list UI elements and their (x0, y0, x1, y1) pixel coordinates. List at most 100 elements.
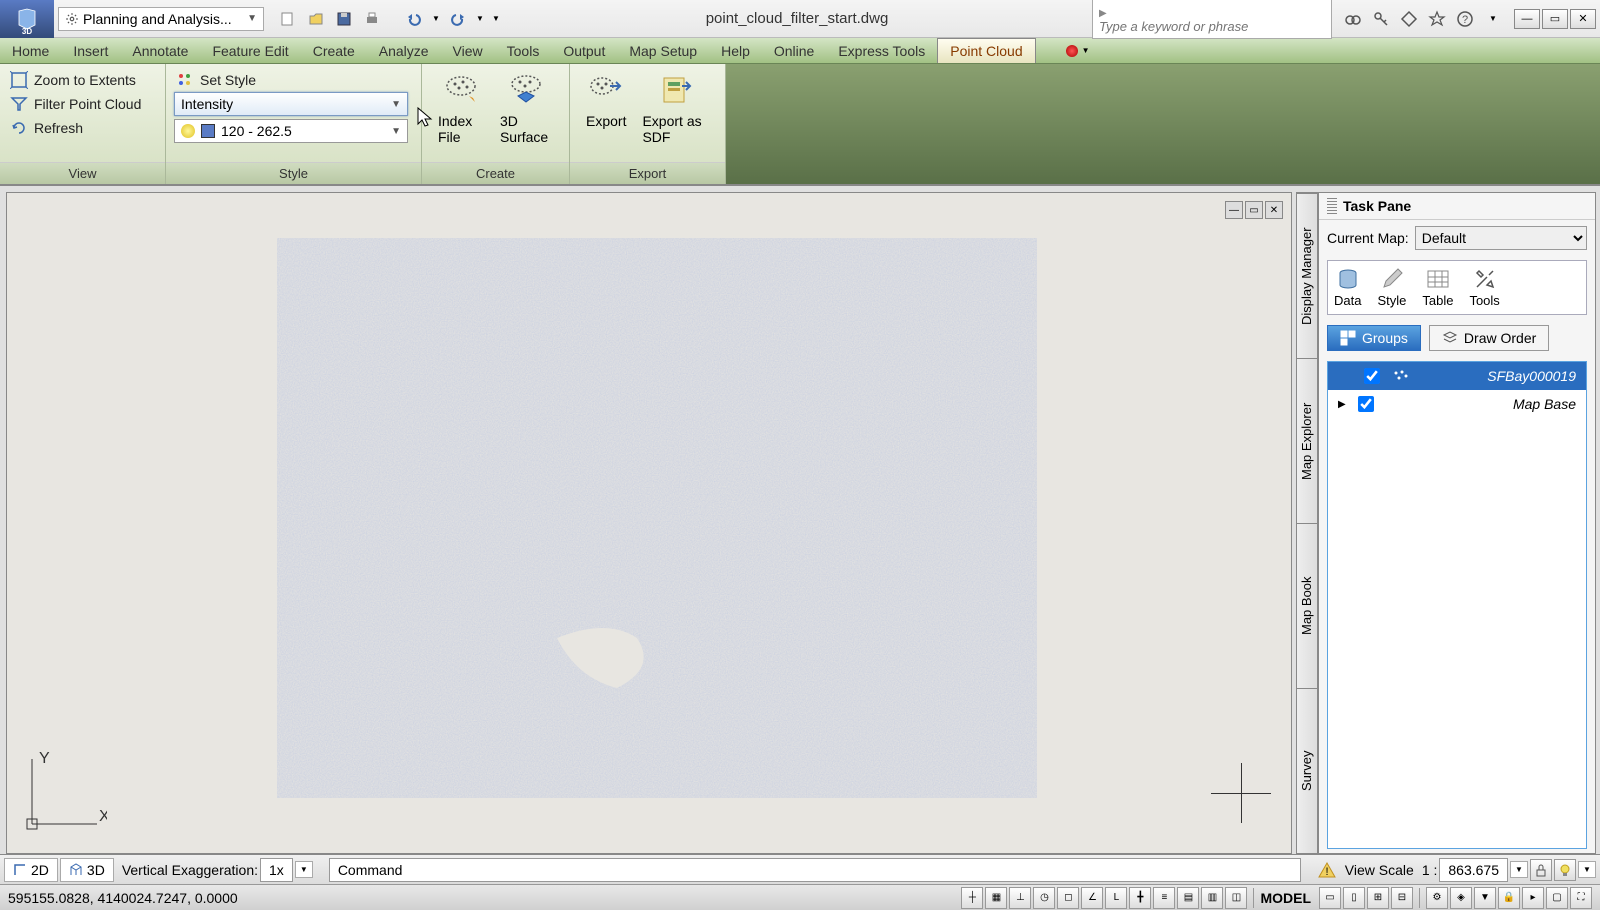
menu-online[interactable]: Online (762, 38, 826, 63)
side-tab-map-explorer[interactable]: Map Explorer (1297, 358, 1317, 523)
maximize-button[interactable]: ▭ (1542, 9, 1568, 29)
layout-icon-2[interactable]: ▯ (1343, 887, 1365, 909)
qat-open-button[interactable] (304, 7, 328, 31)
menu-home[interactable]: Home (0, 38, 61, 63)
polar-icon[interactable]: ◷ (1033, 887, 1055, 909)
tp-style-button[interactable]: Style (1377, 267, 1406, 308)
side-tab-survey[interactable]: Survey (1297, 688, 1317, 853)
otrack-icon[interactable]: ∠ (1081, 887, 1103, 909)
menu-annotate[interactable]: Annotate (120, 38, 200, 63)
app-icon[interactable] (0, 0, 54, 38)
tp-data-button[interactable]: Data (1334, 267, 1361, 308)
layer-row-selected[interactable]: SFBay000019 (1328, 362, 1586, 390)
mode-2d-button[interactable]: 2D (4, 858, 58, 882)
qat-save-button[interactable] (332, 7, 356, 31)
close-button[interactable]: ✕ (1570, 9, 1596, 29)
menu-express-tools[interactable]: Express Tools (826, 38, 937, 63)
export-button[interactable]: Export (578, 68, 634, 158)
workspace-switching-icon[interactable]: ▼ (1474, 887, 1496, 909)
quick-view-layouts-icon[interactable]: ⊞ (1367, 887, 1389, 909)
status-more-dropdown[interactable]: ▼ (1578, 861, 1596, 878)
menu-help[interactable]: Help (709, 38, 762, 63)
menu-output[interactable]: Output (551, 38, 617, 63)
help-icon[interactable]: ? (1454, 8, 1476, 30)
menu-tools[interactable]: Tools (495, 38, 552, 63)
qat-new-button[interactable] (276, 7, 300, 31)
zoom-extents-button[interactable]: Zoom to Extents (8, 68, 157, 92)
exchange-icon[interactable] (1398, 8, 1420, 30)
layer-visibility-checkbox[interactable] (1358, 396, 1374, 412)
layout-icon-1[interactable]: ▭ (1319, 887, 1341, 909)
3d-surface-button[interactable]: 3D Surface (492, 68, 561, 158)
annotation-scale-icon[interactable]: ⚙ (1426, 887, 1448, 909)
dyn-icon[interactable]: ╋ (1129, 887, 1151, 909)
menu-analyze[interactable]: Analyze (367, 38, 441, 63)
warning-icon[interactable]: ! (1317, 860, 1337, 880)
menu-insert[interactable]: Insert (61, 38, 120, 63)
side-tab-display-manager[interactable]: Display Manager (1297, 193, 1317, 358)
view-scale-dropdown[interactable]: ▼ (1510, 861, 1528, 878)
lwt-icon[interactable]: ≡ (1153, 887, 1175, 909)
model-space-label[interactable]: MODEL (1260, 890, 1311, 906)
menu-view[interactable]: View (441, 38, 495, 63)
toolbar-lock-icon[interactable]: 🔒 (1498, 887, 1520, 909)
ortho-icon[interactable]: ⊥ (1009, 887, 1031, 909)
qp-icon[interactable]: ▥ (1201, 887, 1223, 909)
mode-3d-button[interactable]: 3D (60, 858, 114, 882)
osnap-icon[interactable]: ◻ (1057, 887, 1079, 909)
vexag-dropdown[interactable]: ▼ (295, 861, 313, 878)
workspace-selector[interactable]: Planning and Analysis... ▼ (58, 7, 264, 31)
layer-row[interactable]: ▶ Map Base (1328, 390, 1586, 418)
grip-icon[interactable] (1327, 198, 1337, 214)
qat-undo-button[interactable] (402, 7, 426, 31)
vexag-value-field[interactable]: 1x (260, 858, 293, 882)
isolate-objects-icon[interactable]: ▢ (1546, 887, 1568, 909)
record-button[interactable]: ▼ (1066, 38, 1090, 63)
qat-redo-dropdown[interactable]: ▼ (474, 7, 486, 31)
qat-more-dropdown[interactable]: ▼ (490, 7, 502, 31)
lightbulb-status-icon[interactable] (1554, 859, 1576, 881)
tab-groups[interactable]: Groups (1327, 325, 1421, 351)
help-search-box[interactable]: ▶ (1092, 0, 1332, 39)
menu-create[interactable]: Create (301, 38, 367, 63)
current-map-select[interactable]: Default (1415, 226, 1587, 250)
style-select[interactable]: Intensity ▼ (174, 92, 408, 116)
set-style-button[interactable]: Set Style (174, 68, 413, 92)
ducs-icon[interactable]: L (1105, 887, 1127, 909)
qat-redo-button[interactable] (446, 7, 470, 31)
expand-triangle-icon[interactable]: ▶ (1338, 399, 1346, 410)
index-file-button[interactable]: Index File (430, 68, 492, 158)
tp-table-button[interactable]: Table (1422, 267, 1453, 308)
tab-draw-order[interactable]: Draw Order (1429, 325, 1549, 351)
binoculars-icon[interactable] (1342, 8, 1364, 30)
canvas-minimize-button[interactable]: ― (1225, 201, 1243, 219)
drawing-canvas[interactable]: ― ▭ ✕ Y X (6, 192, 1292, 854)
help-dropdown[interactable]: ▼ (1482, 8, 1504, 30)
layer-visibility-checkbox[interactable] (1364, 368, 1380, 384)
menu-map-setup[interactable]: Map Setup (617, 38, 709, 63)
star-icon[interactable] (1426, 8, 1448, 30)
key-icon[interactable] (1370, 8, 1392, 30)
canvas-close-button[interactable]: ✕ (1265, 201, 1283, 219)
command-line[interactable]: Command (329, 858, 1301, 882)
minimize-button[interactable]: ― (1514, 9, 1540, 29)
export-sdf-button[interactable]: Export as SDF (634, 68, 717, 158)
sc-icon[interactable]: ◫ (1225, 887, 1247, 909)
canvas-maximize-button[interactable]: ▭ (1245, 201, 1263, 219)
qat-print-button[interactable] (360, 7, 384, 31)
filter-point-cloud-button[interactable]: Filter Point Cloud (8, 92, 157, 116)
lock-icon[interactable] (1530, 859, 1552, 881)
annotation-visibility-icon[interactable]: ◈ (1450, 887, 1472, 909)
help-search-input[interactable] (1099, 19, 1325, 34)
clean-screen-icon[interactable]: ⛶ (1570, 887, 1592, 909)
refresh-button[interactable]: Refresh (8, 116, 157, 140)
side-tab-map-book[interactable]: Map Book (1297, 523, 1317, 688)
menu-feature-edit[interactable]: Feature Edit (200, 38, 300, 63)
hardware-accel-icon[interactable]: ▸ (1522, 887, 1544, 909)
tpy-icon[interactable]: ▤ (1177, 887, 1199, 909)
snap-icon[interactable]: ┼ (961, 887, 983, 909)
grid-icon[interactable]: ▦ (985, 887, 1007, 909)
qat-undo-dropdown[interactable]: ▼ (430, 7, 442, 31)
view-scale-field[interactable]: 863.675 (1439, 858, 1508, 882)
menu-point-cloud[interactable]: Point Cloud (937, 38, 1035, 63)
